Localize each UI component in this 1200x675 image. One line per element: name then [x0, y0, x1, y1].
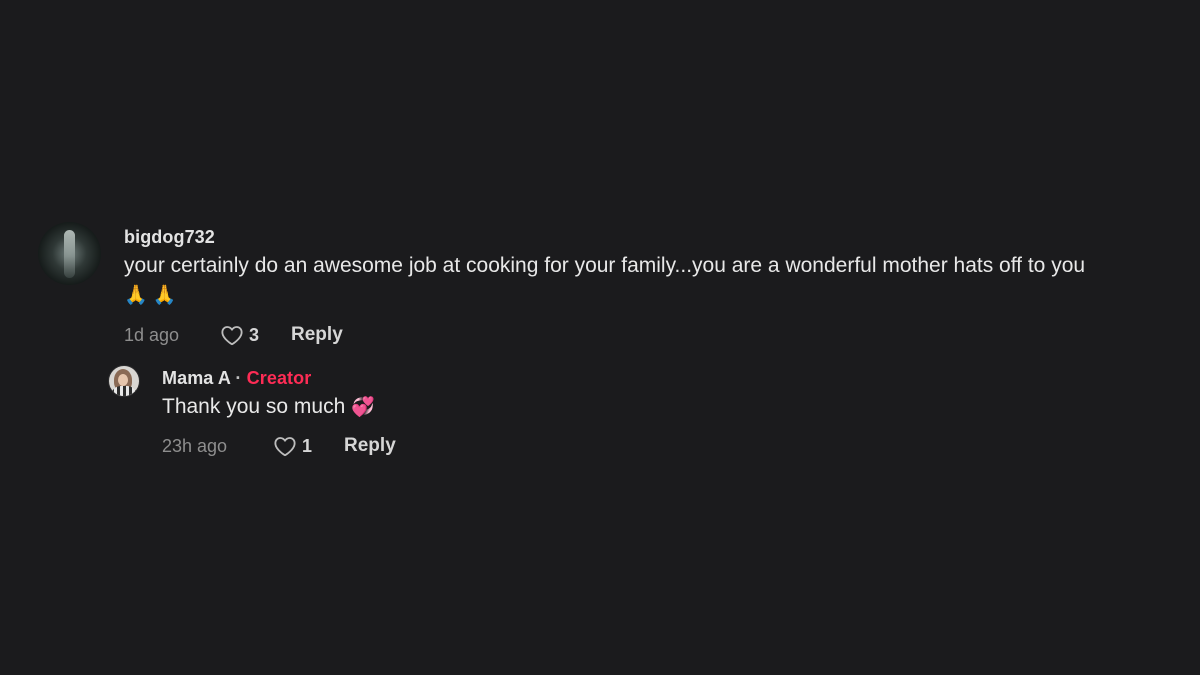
heart-outline-icon — [274, 437, 296, 457]
reply-button[interactable]: Reply — [344, 435, 396, 457]
comment-meta: 1d ago 3 Reply — [124, 322, 1188, 348]
creator-avatar[interactable] — [108, 365, 140, 397]
reply-text-content: Thank you so much — [162, 395, 346, 418]
reply-body: Mama A · Creator Thank you so much 💞 23h … — [162, 367, 1188, 459]
reply-meta: 23h ago 1 Reply — [162, 433, 1188, 459]
comments-panel: bigdog732 your certainly do an awesome j… — [0, 0, 1200, 675]
avatar-image — [64, 230, 75, 278]
like-button[interactable]: 1 — [272, 433, 312, 459]
hearts-emoji: 💞 — [351, 397, 375, 418]
reply-button[interactable]: Reply — [291, 324, 343, 346]
reply-text: Thank you so much 💞 — [162, 392, 1188, 422]
commenter-avatar[interactable] — [38, 222, 101, 285]
avatar-face — [118, 374, 128, 386]
like-count: 3 — [249, 324, 260, 345]
comment-item: bigdog732 your certainly do an awesome j… — [38, 222, 1188, 348]
comment-timestamp: 1d ago — [124, 324, 180, 345]
reply-timestamp: 23h ago — [162, 435, 228, 456]
separator-dot: · — [235, 368, 242, 388]
comment-text-content: your certainly do an awesome job at cook… — [124, 254, 1086, 277]
like-count: 1 — [302, 435, 313, 456]
reply-username[interactable]: Mama A — [162, 368, 230, 388]
heart-outline-icon — [221, 326, 243, 346]
reply-item: Mama A · Creator Thank you so much 💞 23h … — [108, 365, 1188, 459]
pray-emoji: 🙏 🙏 — [124, 285, 177, 306]
creator-badge: Creator — [246, 368, 312, 388]
avatar-shirt — [111, 386, 137, 396]
comment-text: your certainly do an awesome job at cook… — [124, 251, 1188, 310]
reply-header: Mama A · Creator — [162, 367, 1188, 389]
comment-body: bigdog732 your certainly do an awesome j… — [124, 226, 1188, 348]
comment-username[interactable]: bigdog732 — [124, 226, 1188, 248]
like-button[interactable]: 3 — [219, 322, 259, 348]
